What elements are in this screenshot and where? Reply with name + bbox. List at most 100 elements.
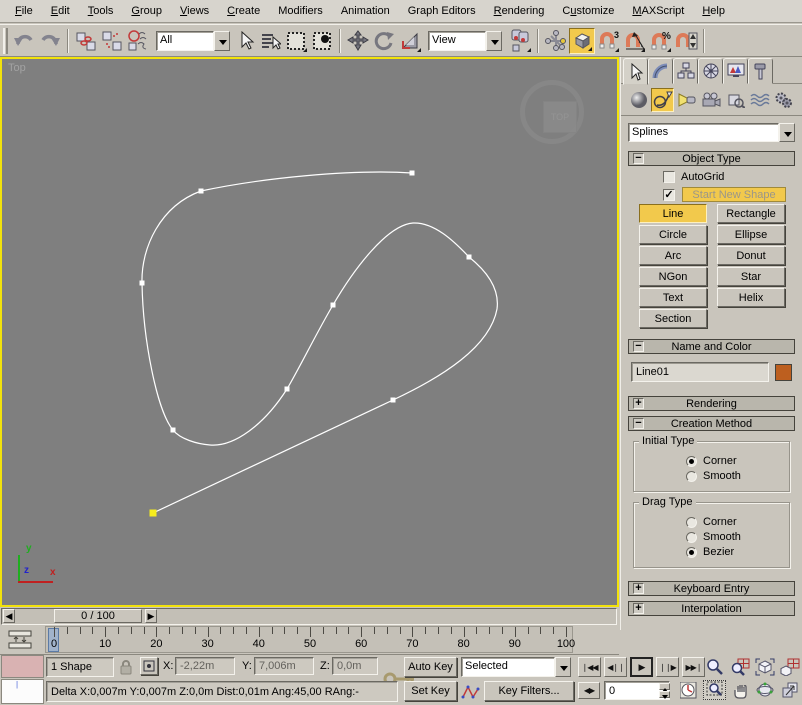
unlink-selection-button[interactable] xyxy=(99,28,125,54)
coord-system-arrow[interactable] xyxy=(486,31,502,51)
frame-spinner[interactable] xyxy=(659,683,670,698)
angle-snap-button[interactable] xyxy=(621,28,647,54)
autogrid-checkbox[interactable] xyxy=(663,171,675,183)
zoom-button[interactable] xyxy=(703,657,726,677)
zoom-all-button[interactable] xyxy=(728,657,751,677)
tab-motion[interactable] xyxy=(698,58,723,84)
shape-category-arrow[interactable] xyxy=(779,123,795,142)
viewport-top[interactable]: Top TOP y x z xyxy=(2,59,617,605)
next-frame-button[interactable]: ❘❘▶ xyxy=(656,657,679,677)
selection-lock-toggle[interactable] xyxy=(119,659,133,675)
category-systems[interactable] xyxy=(773,88,796,112)
start-new-shape-checkbox[interactable]: ✓ xyxy=(663,189,675,201)
radio-smooth[interactable]: Smooth xyxy=(686,470,789,482)
menu-maxscript[interactable]: MAXScript xyxy=(623,2,693,20)
category-helpers[interactable] xyxy=(724,88,747,112)
use-pivot-center-button[interactable] xyxy=(507,28,533,54)
rollout-object-type[interactable]: − Object Type xyxy=(628,151,795,166)
menu-group[interactable]: Group xyxy=(122,2,171,20)
select-and-rotate-button[interactable] xyxy=(371,28,397,54)
spline-vertex[interactable] xyxy=(140,281,145,286)
region-zoom-button[interactable] xyxy=(703,680,726,700)
tab-hierarchy[interactable] xyxy=(673,58,698,84)
radio-bezier[interactable]: Bezier xyxy=(686,546,789,558)
key-filters-button[interactable]: Key Filters... xyxy=(484,681,574,701)
spline-vertex[interactable] xyxy=(391,398,396,403)
spinner-snap-button[interactable] xyxy=(673,28,699,54)
start-new-shape-button[interactable]: Start New Shape xyxy=(682,187,786,202)
object-color-swatch[interactable] xyxy=(775,364,792,381)
menu-modifiers[interactable]: Modifiers xyxy=(269,2,332,20)
rollout-name-color[interactable]: − Name and Color xyxy=(628,339,795,354)
trackbar-ruler[interactable]: 0102030405060708090100 xyxy=(45,626,573,653)
object-name-field[interactable]: Line01 xyxy=(631,362,769,382)
bind-to-spacewarp-button[interactable] xyxy=(125,28,151,54)
absolute-mode-toggle[interactable] xyxy=(140,657,158,675)
auto-key-button[interactable]: Auto Key xyxy=(404,657,457,677)
menu-tools[interactable]: Tools xyxy=(79,2,123,20)
select-by-name-button[interactable] xyxy=(259,28,283,54)
menu-customize[interactable]: Customize xyxy=(553,2,623,20)
shape-button-line[interactable]: Line xyxy=(639,204,707,223)
spline-start-vertex[interactable] xyxy=(150,510,157,517)
redo-button[interactable] xyxy=(37,28,63,54)
go-to-start-button[interactable]: ❘◀◀ xyxy=(578,657,601,677)
category-shapes[interactable] xyxy=(651,88,674,112)
snap-3d-button[interactable]: 3 xyxy=(595,28,621,54)
selection-filter-dropdown[interactable]: All xyxy=(156,31,230,51)
shape-category-dropdown[interactable]: Splines xyxy=(628,123,795,142)
shape-button-helix[interactable]: Helix xyxy=(717,288,785,307)
time-slider-thumb[interactable]: 0 / 100 xyxy=(54,609,142,623)
shape-button-text[interactable]: Text xyxy=(639,288,707,307)
category-lights[interactable] xyxy=(676,88,699,112)
select-and-link-button[interactable] xyxy=(73,28,99,54)
menu-rendering[interactable]: Rendering xyxy=(485,2,554,20)
selection-filter-arrow[interactable] xyxy=(214,31,230,51)
shape-button-arc[interactable]: Arc xyxy=(639,246,707,265)
select-and-scale-button[interactable] xyxy=(397,28,423,54)
shape-button-rectangle[interactable]: Rectangle xyxy=(717,204,785,223)
zoom-extents-all-button[interactable] xyxy=(778,657,801,677)
window-crossing-button[interactable] xyxy=(309,28,335,54)
key-mode-dropdown[interactable]: Selected xyxy=(461,657,571,677)
time-configuration-button[interactable] xyxy=(680,682,697,699)
radio-corner[interactable]: Corner xyxy=(686,455,789,467)
key-mode-toggle-button[interactable]: ◀▶ xyxy=(578,682,600,699)
menu-animation[interactable]: Animation xyxy=(332,2,399,20)
tab-utilities[interactable] xyxy=(748,58,773,84)
menu-graph-editors[interactable]: Graph Editors xyxy=(399,2,485,20)
tab-modify[interactable] xyxy=(648,58,673,84)
previous-frame-button[interactable]: ◀❘❘ xyxy=(604,657,627,677)
shape-button-ellipse[interactable]: Ellipse xyxy=(717,225,785,244)
rectangular-selection-region-button[interactable] xyxy=(283,28,309,54)
menu-help[interactable]: Help xyxy=(693,2,734,20)
spline-vertex[interactable] xyxy=(171,428,176,433)
rollout-rendering[interactable]: + Rendering xyxy=(628,396,795,411)
time-slider-prev[interactable]: ◀ xyxy=(3,609,15,623)
y-value-field[interactable]: 7,006m xyxy=(254,657,314,675)
toolbar-grip[interactable] xyxy=(3,28,8,54)
category-spacewarps[interactable] xyxy=(749,88,772,112)
z-value-field[interactable]: 0,0m xyxy=(332,657,378,675)
pan-button[interactable] xyxy=(728,680,751,700)
x-value-field[interactable]: -2,22m xyxy=(175,657,235,675)
maxscript-macro-recorder[interactable] xyxy=(1,655,44,678)
spline-vertex[interactable] xyxy=(331,303,336,308)
spline-vertex[interactable] xyxy=(199,189,204,194)
time-slider-next[interactable]: ▶ xyxy=(145,609,157,623)
shape-button-star[interactable]: Star xyxy=(717,267,785,286)
shape-button-donut[interactable]: Donut xyxy=(717,246,785,265)
reference-coordinate-dropdown[interactable]: View xyxy=(428,31,502,51)
set-key-button[interactable]: Set Key xyxy=(404,681,457,701)
radio-smooth[interactable]: Smooth xyxy=(686,531,789,543)
maxscript-mini-listener[interactable]: | xyxy=(1,679,44,704)
category-geometry[interactable] xyxy=(627,88,650,112)
undo-button[interactable] xyxy=(11,28,37,54)
arc-rotate-button[interactable] xyxy=(753,680,776,700)
menu-file[interactable]: File xyxy=(6,2,42,20)
menu-views[interactable]: Views xyxy=(171,2,218,20)
rollout-interpolation[interactable]: + Interpolation xyxy=(628,601,795,616)
select-object-button[interactable] xyxy=(235,28,259,54)
key-mode-arrow[interactable] xyxy=(555,657,571,677)
rollout-keyboard-entry[interactable]: + Keyboard Entry xyxy=(628,581,795,596)
